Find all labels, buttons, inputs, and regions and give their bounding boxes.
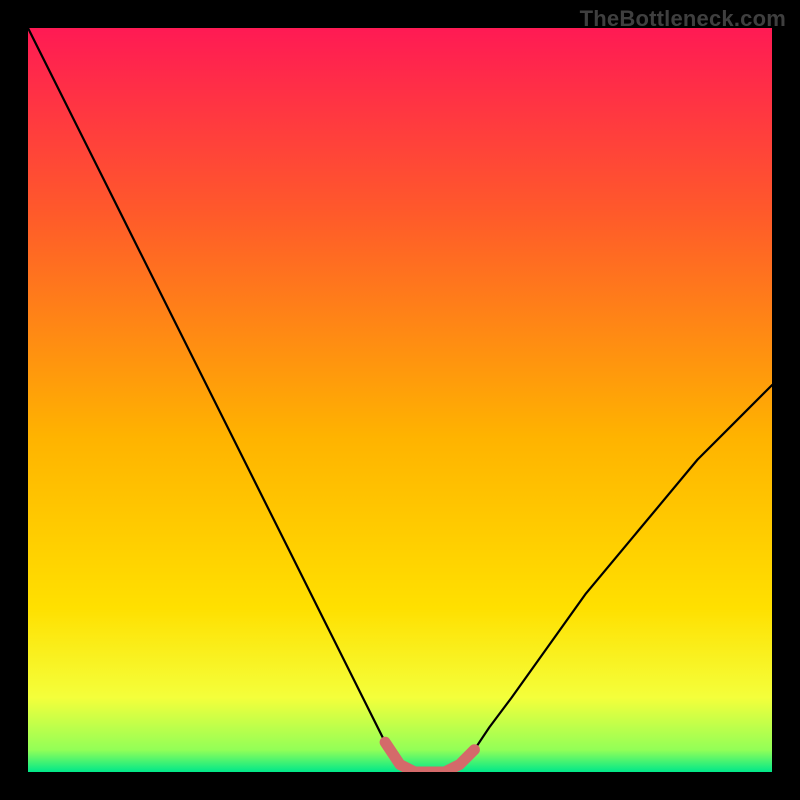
chart-stage: TheBottleneck.com xyxy=(0,0,800,800)
plot-area xyxy=(28,28,772,772)
bottleneck-curve xyxy=(28,28,772,772)
